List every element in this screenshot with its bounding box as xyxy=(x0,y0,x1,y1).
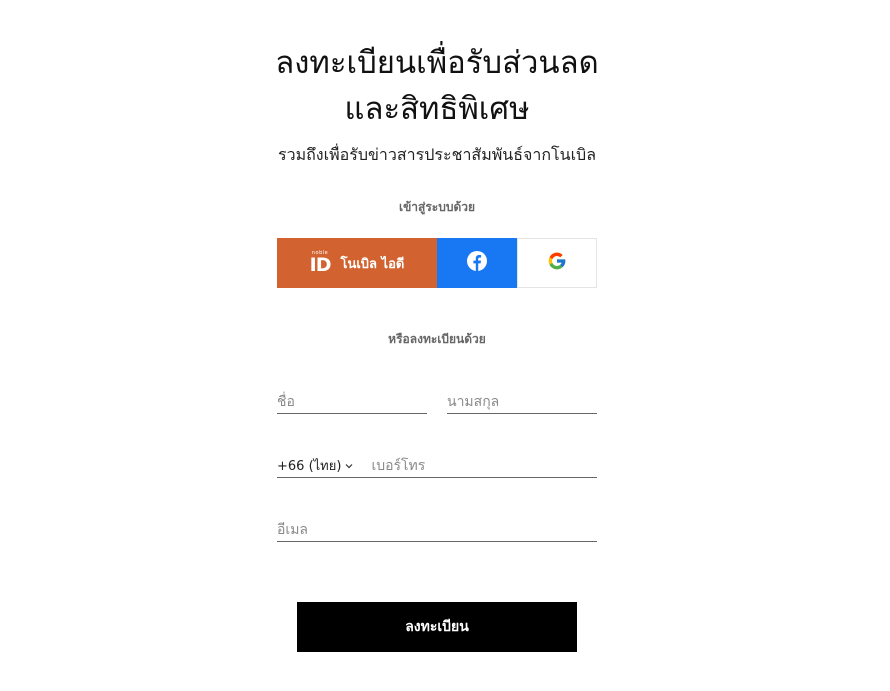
social-login-row: noble ID โนเบิล ไอดี xyxy=(277,238,597,288)
page-subtitle: รวมถึงเพื่อรับข่าวสารประชาสัมพันธ์จากโนเ… xyxy=(277,145,596,164)
noble-id-login-button[interactable]: noble ID โนเบิล ไอดี xyxy=(277,238,437,288)
phone-field[interactable] xyxy=(371,454,597,477)
page-title-line2: และสิทธิพิเศษ xyxy=(344,91,530,127)
facebook-login-button[interactable] xyxy=(437,238,517,288)
phone-row: +66 (ไทย) xyxy=(277,454,597,478)
register-button[interactable]: ลงทะเบียน xyxy=(297,602,577,652)
google-login-button[interactable] xyxy=(517,238,597,288)
noble-id-login-label: โนเบิล ไอดี xyxy=(340,256,405,272)
chevron-down-icon xyxy=(345,463,353,469)
login-with-label: เข้าสู่ระบบด้วย xyxy=(398,200,476,214)
noble-id-logo-big-text: ID xyxy=(309,254,332,276)
facebook-icon xyxy=(467,251,487,275)
google-icon xyxy=(547,251,567,275)
country-code-value: +66 (ไทย) xyxy=(277,459,342,474)
email-field[interactable] xyxy=(277,518,597,542)
page-title: ลงทะเบียนเพื่อรับส่วนลด และสิทธิพิเศษ xyxy=(177,40,697,132)
last-name-field[interactable] xyxy=(447,390,597,414)
or-register-label: หรือลงทะเบียนด้วย xyxy=(388,332,486,346)
page-title-line1: ลงทะเบียนเพื่อรับส่วนลด xyxy=(275,45,599,81)
first-name-field[interactable] xyxy=(277,390,427,414)
noble-id-logo-icon: noble ID xyxy=(309,251,332,276)
country-code-select[interactable]: +66 (ไทย) xyxy=(277,455,353,476)
